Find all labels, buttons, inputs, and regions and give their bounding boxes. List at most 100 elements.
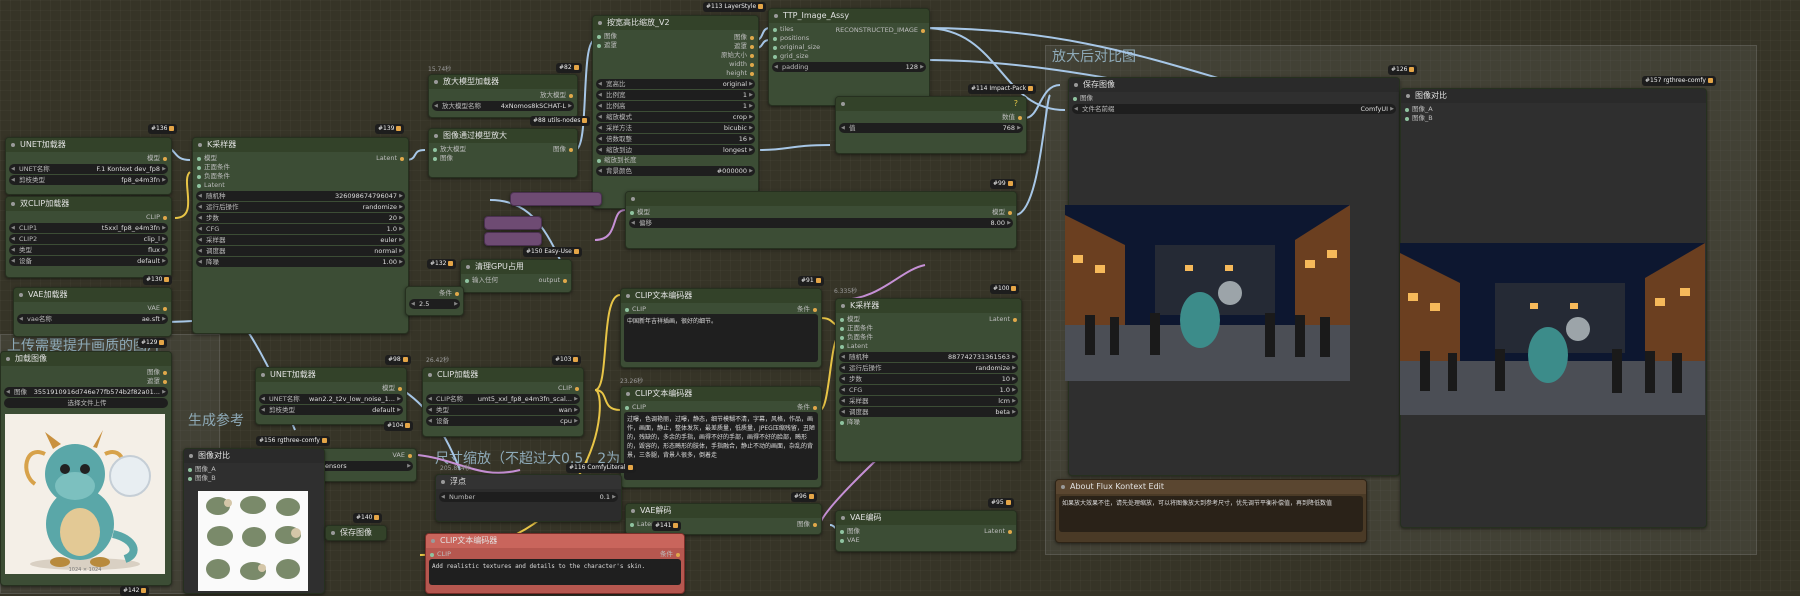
clip-name-widget[interactable]: CLIP名称umt5_xxl_fp8_e4m3fn_scal... (426, 394, 580, 404)
ratio-height-widget[interactable]: 比例高1 (596, 101, 755, 111)
input-socket[interactable]: 图像 (1072, 94, 1396, 103)
unet-name-widget[interactable]: UNET名称wan2.2_t2v_low_noise_1... (259, 394, 403, 404)
dual-clip-loader-node[interactable]: 双CLIP加载器 CLIP CLIP1t5xxl_fp8_e4m3fn CLIP… (5, 196, 172, 278)
output-socket[interactable]: 遮罩 (4, 377, 168, 386)
model-name-widget[interactable]: 放大模型名称4xNomos8kSCHAT-L (432, 101, 574, 111)
guidance-widget[interactable]: 2.5 (409, 299, 460, 309)
clip-text-encode-node[interactable]: CLIP文本编码器 条件 CLIP 中国新年吉祥插画，很好的细节。 (620, 288, 822, 368)
input-socket[interactable]: 图像_B (1404, 114, 1703, 123)
about-note-node[interactable]: About Flux Kontext Edit 如果放大效果不佳，请先处理缩放，… (1055, 479, 1367, 543)
output-socket[interactable]: 原始大小 (685, 51, 755, 60)
scheduler-widget[interactable]: 调度器normal (196, 246, 405, 256)
fit-mode-widget[interactable]: 缩放模式crop (596, 112, 755, 122)
prompt-textarea[interactable]: 中国新年吉祥插画，很好的细节。 (624, 314, 818, 362)
load-image-node[interactable]: 加载图像 图像 遮罩 图像3551910916d746e77fb574b2f82… (0, 351, 172, 586)
output-socket[interactable]: 图像 (797, 520, 818, 529)
output-socket[interactable]: VAE (17, 304, 168, 313)
input-socket[interactable]: 正面条件 (839, 324, 1018, 333)
clip-loader-node[interactable]: CLIP加载器 CLIP CLIP名称umt5_xxl_fp8_e4m3fn_s… (422, 367, 584, 437)
output-socket[interactable]: 模型 (9, 154, 168, 163)
input-socket[interactable]: CLIP (624, 305, 818, 314)
input-socket[interactable]: 图像_A (187, 465, 321, 474)
input-socket[interactable]: 模型 (629, 208, 1013, 217)
clip1-widget[interactable]: CLIP1t5xxl_fp8_e4m3fn (9, 223, 168, 233)
upscale-by-model-node[interactable]: 图像通过模型放大 图像 放大模型 图像 (428, 128, 578, 178)
seed-widget[interactable]: 随机种887742731361563 (839, 352, 1018, 362)
round-widget[interactable]: 倍数取整16 (596, 134, 755, 144)
input-socket[interactable]: 正面条件 (196, 163, 405, 172)
input-socket[interactable]: 模型 (839, 315, 1018, 324)
input-socket[interactable]: Latent (839, 342, 1018, 351)
output-socket[interactable]: 条件 (409, 289, 460, 298)
input-socket[interactable]: 图像 (432, 154, 574, 163)
vae-encode-node[interactable]: VAE编码 Latent 图像 VAE (835, 510, 1017, 552)
type-widget[interactable]: 类型wan (426, 405, 580, 415)
padding-widget[interactable]: padding128 (772, 62, 926, 72)
input-socket[interactable]: 图像_A (1404, 105, 1703, 114)
output-socket[interactable]: height (685, 69, 755, 78)
input-socket[interactable]: positions (772, 34, 926, 43)
prompt-textarea[interactable]: 过曝，色调艳丽，过曝，静态，细节模糊不清，字幕，风格，作品，画作，画面，静止，整… (624, 412, 818, 480)
output-socket[interactable]: 模型 (259, 384, 403, 393)
cfg-widget[interactable]: CFG1.0 (196, 224, 405, 234)
note-textarea[interactable]: 如果放大效果不佳，请先处理缩放，可以将图像放大到参考尺寸，优先调节平衡补偿值，再… (1059, 496, 1363, 532)
weight-dtype-widget[interactable]: 剪枝类型fp8_e4m3fn (9, 175, 168, 185)
float-literal-node[interactable]: 浮点 Number0.1 (435, 474, 622, 522)
help-icon[interactable]: ? (1014, 97, 1018, 111)
output-socket[interactable]: CLIP (426, 384, 580, 393)
input-socket[interactable]: Latent (196, 181, 405, 190)
sampler-widget[interactable]: 采样器lcm (839, 396, 1018, 406)
method-widget[interactable]: 采样方法bicubic (596, 123, 755, 133)
scale-to-side-widget[interactable]: 缩放到边longest (596, 145, 755, 155)
filename-prefix-widget[interactable]: 文件名前缀ComfyUI (1072, 104, 1396, 114)
input-socket[interactable]: 遮罩 (596, 41, 755, 50)
control-after-widget[interactable]: 运行后操作randomize (839, 363, 1018, 373)
ksampler-node[interactable]: K采样器 Latent 模型 正面条件 负面条件 Latent 随机种88774… (835, 298, 1022, 462)
input-socket[interactable]: 图像 (596, 32, 755, 41)
clean-gpu-node[interactable]: 清理GPU占用 输入任何 output (460, 259, 572, 293)
ttp-image-assy-node[interactable]: TTP_Image_Assy RECONSTRUCTED_IMAGE tiles… (768, 8, 930, 106)
aspect-ratio-widget[interactable]: 宽高比original (596, 79, 755, 89)
cfg-widget[interactable]: CFG1.0 (839, 385, 1018, 395)
unet-loader-node[interactable]: UNET加载器 模型 UNET名称wan2.2_t2v_low_noise_1.… (255, 367, 407, 425)
vae-loader-node[interactable]: VAE加载器 VAE vae名称ae.sft (13, 287, 172, 337)
input-socket[interactable]: 缩放到长度 (596, 156, 755, 165)
collapsed-node[interactable] (510, 192, 602, 206)
steps-widget[interactable]: 步数10 (839, 374, 1018, 384)
output-socket[interactable]: width (685, 60, 755, 69)
input-socket[interactable]: 负面条件 (196, 172, 405, 181)
clip-text-encode-node[interactable]: CLIP文本编码器 条件 CLIP Add realistic textures… (425, 533, 685, 594)
vae-name-widget[interactable]: vae名称ae.sft (17, 314, 168, 324)
save-image-node-collapsed[interactable]: 保存图像 (325, 525, 387, 541)
resize-by-ratio-node[interactable]: 按宽高比缩放_V2 图像 遮罩 原始大小 width height 图像 遮罩 … (592, 15, 759, 209)
clip-text-encode-node[interactable]: CLIP文本编码器 条件 CLIP 过曝，色调艳丽，过曝，静态，细节模糊不清，字… (620, 386, 822, 488)
clip2-widget[interactable]: CLIP2clip_l (9, 234, 168, 244)
conditioning-node[interactable]: 条件 2.5 (405, 286, 464, 316)
device-widget[interactable]: 设备default (9, 256, 168, 266)
upscale-model-loader-node[interactable]: 放大模型加载器 放大模型 放大模型名称4xNomos8kSCHAT-L (428, 74, 578, 118)
ratio-width-widget[interactable]: 比例宽1 (596, 90, 755, 100)
upload-button[interactable]: 选择文件上传 (4, 398, 168, 408)
output-socket[interactable]: 放大模型 (432, 91, 574, 100)
input-socket[interactable]: 模型 (196, 154, 405, 163)
unet-name-widget[interactable]: UNET名称F.1 Kontext dev_fp8 (9, 164, 168, 174)
sampler-widget[interactable]: 采样器euler (196, 235, 405, 245)
ksampler-node[interactable]: K采样器 Latent 模型 正面条件 负面条件 Latent 随机种32609… (192, 137, 409, 334)
input-socket[interactable]: 放大模型 (432, 145, 574, 154)
image-select-widget[interactable]: 图像3551910916d746e77fb574b2f82a01... (4, 387, 168, 397)
steps-widget[interactable]: 步数20 (196, 213, 405, 223)
input-socket[interactable]: 负面条件 (839, 333, 1018, 342)
input-socket[interactable]: grid_size (772, 52, 926, 61)
input-socket[interactable]: original_size (772, 43, 926, 52)
output-socket[interactable]: output (539, 276, 568, 285)
control-after-widget[interactable]: 运行后操作randomize (196, 202, 405, 212)
group-reference[interactable]: 生成参考 (188, 412, 258, 429)
prompt-textarea[interactable]: Add realistic textures and details to th… (429, 559, 681, 585)
shift-widget[interactable]: 偏移8.00 (629, 218, 1013, 228)
model-sampling-node[interactable]: 模型 模型 偏移8.00 (625, 191, 1017, 249)
bg-color-widget[interactable]: 背景颜色#000000 (596, 166, 755, 176)
device-widget[interactable]: 设备cpu (426, 416, 580, 426)
value-widget[interactable]: 值768 (839, 123, 1023, 133)
output-socket[interactable]: 数值 (839, 113, 1023, 122)
input-socket[interactable]: VAE (839, 536, 1013, 545)
